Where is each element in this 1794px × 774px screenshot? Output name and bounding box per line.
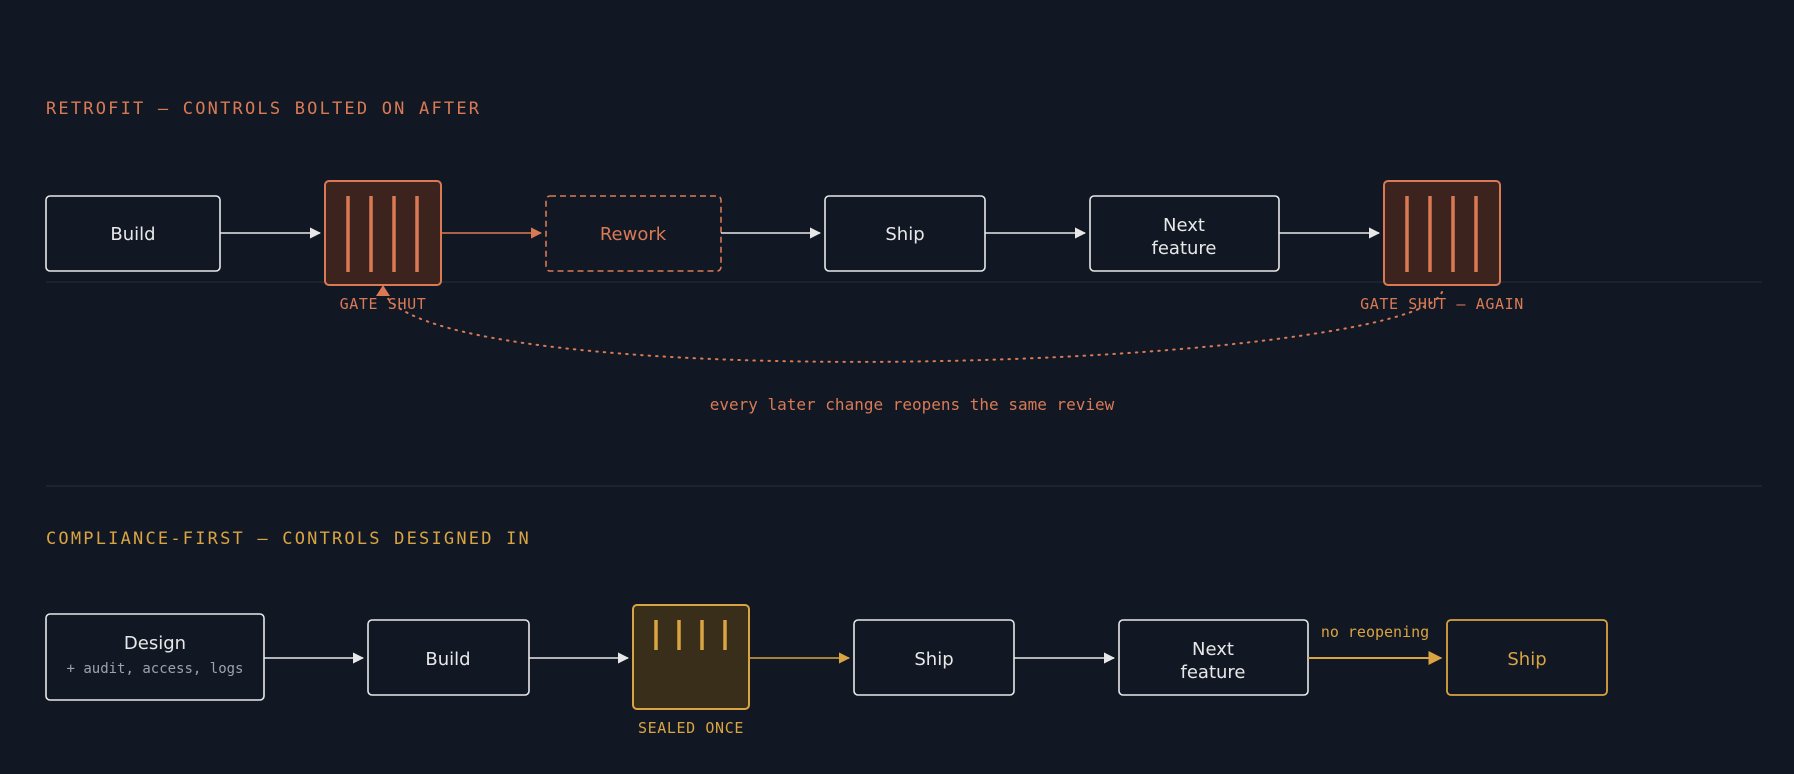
retrofit-build-label: Build xyxy=(110,224,155,245)
loop-arrowhead-icon xyxy=(376,285,390,296)
rework-node: Rework xyxy=(545,195,722,272)
retrofit-gate-1 xyxy=(324,180,442,286)
retrofit-ship-node: Ship xyxy=(824,195,986,272)
rework-label: Rework xyxy=(600,224,667,245)
compliance-next-line1: Next xyxy=(1192,639,1234,660)
retrofit-next-line1: Next xyxy=(1163,215,1205,236)
retrofit-next-line2: feature xyxy=(1152,238,1217,259)
design-label: Design xyxy=(124,633,186,654)
compliance-heading: COMPLIANCE-FIRST — CONTROLS DESIGNED IN xyxy=(46,529,531,549)
design-node: Design + audit, access, logs xyxy=(45,613,265,701)
design-sublabel: + audit, access, logs xyxy=(66,661,243,677)
reopen-loop-arc xyxy=(382,289,1443,363)
compliance-ship-label: Ship xyxy=(914,649,953,670)
compliance-build-label: Build xyxy=(425,649,470,670)
sealed-gate xyxy=(632,604,750,710)
retrofit-heading: RETROFIT — CONTROLS BOLTED ON AFTER xyxy=(46,99,481,119)
retrofit-gate-2 xyxy=(1383,180,1501,286)
retrofit-next-feature-node: Next feature xyxy=(1089,195,1280,272)
gate-shut-label: GATE SHUT xyxy=(340,295,427,313)
retrofit-build-node: Build xyxy=(45,195,221,272)
gate-shut-again-label: GATE SHUT — AGAIN xyxy=(1360,295,1524,313)
compliance-build-node: Build xyxy=(367,619,530,696)
no-reopening-label: no reopening xyxy=(1321,623,1429,641)
final-ship-node: Ship xyxy=(1446,619,1608,696)
compliance-next-line2: feature xyxy=(1181,662,1246,683)
retrofit-ship-label: Ship xyxy=(885,224,924,245)
final-ship-label: Ship xyxy=(1507,649,1546,670)
process-comparison-diagram: RETROFIT — CONTROLS BOLTED ON AFTER Buil… xyxy=(45,99,1762,737)
reopen-note: every later change reopens the same revi… xyxy=(710,395,1115,414)
compliance-next-feature-node: Next feature xyxy=(1118,619,1309,696)
compliance-ship-node: Ship xyxy=(853,619,1015,696)
sealed-once-label: SEALED ONCE xyxy=(638,719,744,737)
